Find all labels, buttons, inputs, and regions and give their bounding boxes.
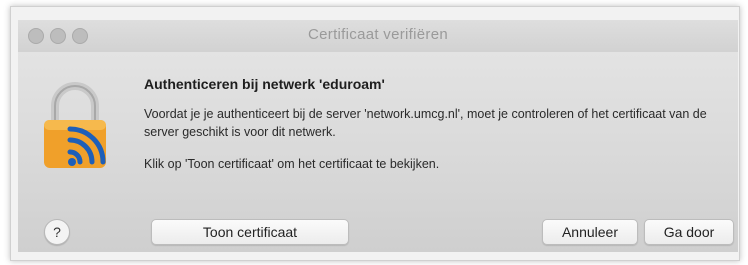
continue-button[interactable]: Ga door xyxy=(644,219,734,245)
cancel-button[interactable]: Annuleer xyxy=(542,219,638,245)
dialog-heading: Authenticeren bij netwerk 'eduroam' xyxy=(144,76,385,92)
dialog-message: Voordat je je authenticeert bij de serve… xyxy=(144,107,707,139)
title-bar: Certificaat verifiëren xyxy=(18,20,738,52)
help-button[interactable]: ? xyxy=(44,219,70,245)
lock-wifi-icon xyxy=(44,82,106,168)
certificate-dialog: Certificaat verifiëren Authenticeren bij… xyxy=(18,20,738,252)
window-title: Certificaat verifiëren xyxy=(308,26,448,43)
dialog-hint: Klik op 'Toon certificaat' om het certif… xyxy=(144,157,440,171)
show-certificate-button[interactable]: Toon certificaat xyxy=(151,219,349,245)
